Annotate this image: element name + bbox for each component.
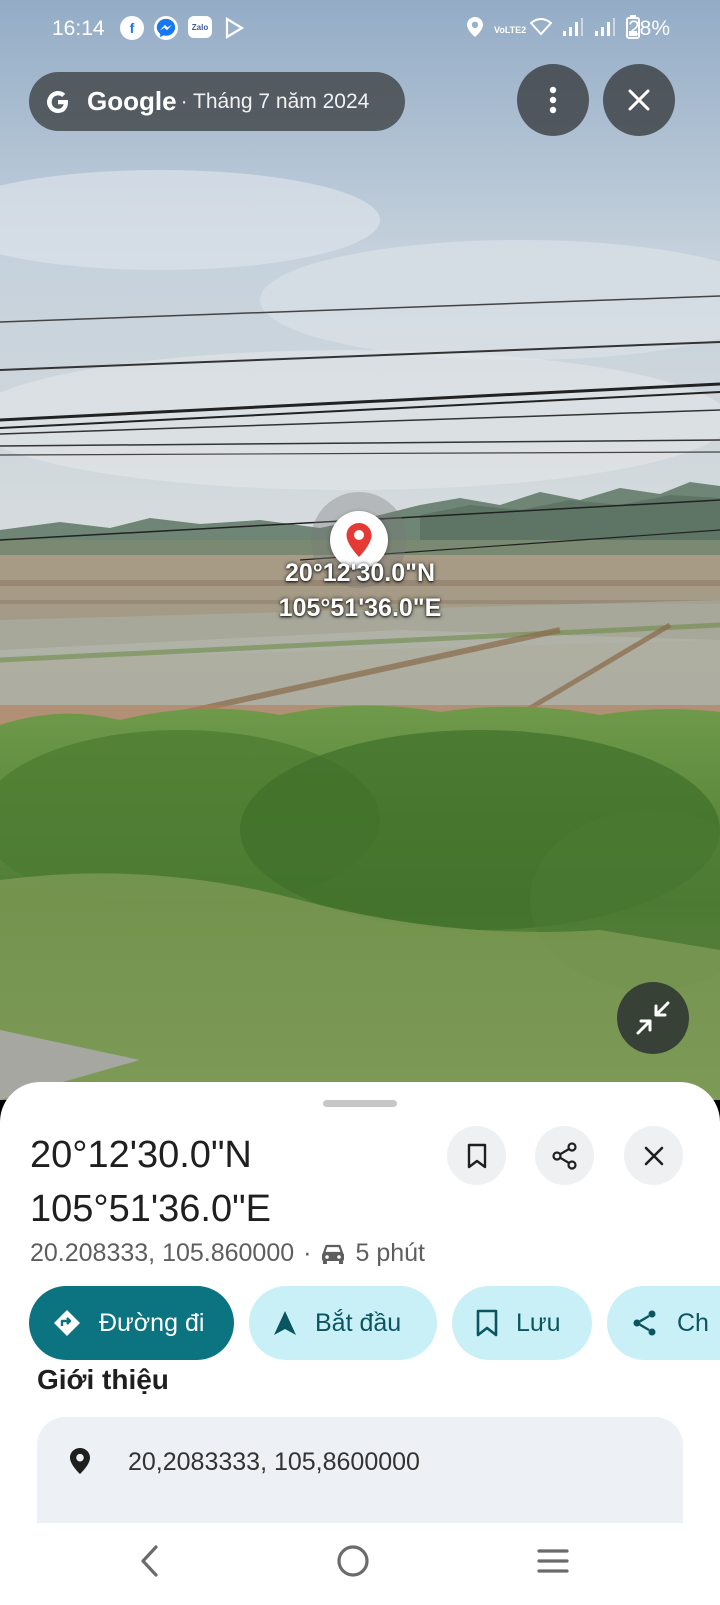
collapse-icon: [636, 1001, 670, 1035]
messenger-icon: [154, 16, 178, 40]
red-pin-icon: [346, 523, 372, 557]
share-icon: [551, 1141, 577, 1170]
place-title-lng: 105°51'36.0"E: [30, 1188, 271, 1230]
imagery-date-chip[interactable]: Google · Tháng 7 năm 2024: [29, 72, 405, 131]
place-title: 20°12'30.0"N 105°51'36.0"E: [30, 1128, 430, 1236]
decimal-coordinates: 20.208333, 105.860000: [30, 1239, 295, 1267]
recent-apps-icon[interactable]: [536, 1547, 570, 1575]
action-chips-row[interactable]: Đường đi Bắt đầu Lưu Ch: [29, 1286, 720, 1360]
start-navigation-button[interactable]: Bắt đầu: [249, 1286, 437, 1360]
signal-icon-2: [594, 17, 616, 43]
navigate-icon: [273, 1310, 297, 1336]
overlay-latitude: 20°12'30.0"N: [284, 559, 436, 587]
sheet-drag-handle[interactable]: [323, 1100, 397, 1107]
location-pin-icon: [70, 1448, 90, 1474]
location-icon: [466, 16, 484, 44]
car-icon: [322, 1244, 345, 1264]
google-g-icon: [47, 90, 68, 113]
coordinates-value: 20,2083333, 105,8600000: [128, 1448, 420, 1476]
share-button[interactable]: Ch: [607, 1286, 720, 1360]
place-bottom-sheet[interactable]: 20°12'30.0"N 105°51'36.0"E 20.208333, 10…: [0, 1082, 720, 1527]
system-navigation-bar: [0, 1523, 720, 1605]
share-icon: [631, 1309, 659, 1337]
share-icon-button[interactable]: [535, 1126, 594, 1185]
bookmark-icon: [467, 1143, 486, 1168]
place-subtitle: 20.208333, 105.860000 · 5 phút: [30, 1239, 425, 1268]
directions-icon: [53, 1309, 81, 1337]
signal-icon-1: [562, 17, 584, 43]
directions-label: Đường đi: [99, 1308, 205, 1337]
close-icon: [644, 1146, 663, 1165]
drive-time: 5 phút: [355, 1239, 425, 1267]
share-label: Ch: [677, 1308, 709, 1337]
status-indicators: VoLTE2: [466, 15, 640, 45]
more-vert-icon: [549, 86, 557, 114]
play-icon: [222, 16, 246, 46]
overlay-longitude: 105°51'36.0"E: [278, 594, 442, 622]
imagery-date: · Tháng 7 năm 2024: [180, 89, 370, 113]
save-label: Lưu: [516, 1308, 561, 1337]
separator-dot: ·: [303, 1239, 312, 1267]
save-icon-button[interactable]: [447, 1126, 506, 1185]
close-icon: [628, 89, 650, 111]
about-section-title: Giới thiệu: [37, 1364, 169, 1395]
close-street-view-button[interactable]: [603, 64, 675, 136]
google-brand: Google: [87, 86, 177, 116]
battery-percent: 28%: [627, 17, 670, 40]
place-title-lat: 20°12'30.0"N: [30, 1134, 252, 1176]
coordinates-info-row[interactable]: 20,2083333, 105,8600000: [37, 1417, 683, 1527]
save-button[interactable]: Lưu: [452, 1286, 592, 1360]
close-sheet-button[interactable]: [624, 1126, 683, 1185]
more-options-button[interactable]: [517, 64, 589, 136]
collapse-street-view-button[interactable]: [617, 982, 689, 1054]
wifi-icon: [529, 18, 553, 42]
zalo-icon: Zalo: [188, 16, 212, 38]
volte-label: VoLTE2: [494, 24, 527, 35]
status-time: 16:14: [52, 17, 105, 40]
facebook-icon: f: [120, 16, 144, 40]
bookmark-icon: [476, 1309, 498, 1337]
directions-button[interactable]: Đường đi: [29, 1286, 234, 1360]
notification-icons: f Zalo: [120, 16, 246, 46]
back-icon[interactable]: [138, 1544, 160, 1578]
start-label: Bắt đầu: [315, 1308, 402, 1337]
home-icon[interactable]: [336, 1544, 370, 1578]
status-bar: 16:14 f Zalo VoLTE2 28%: [0, 0, 720, 60]
